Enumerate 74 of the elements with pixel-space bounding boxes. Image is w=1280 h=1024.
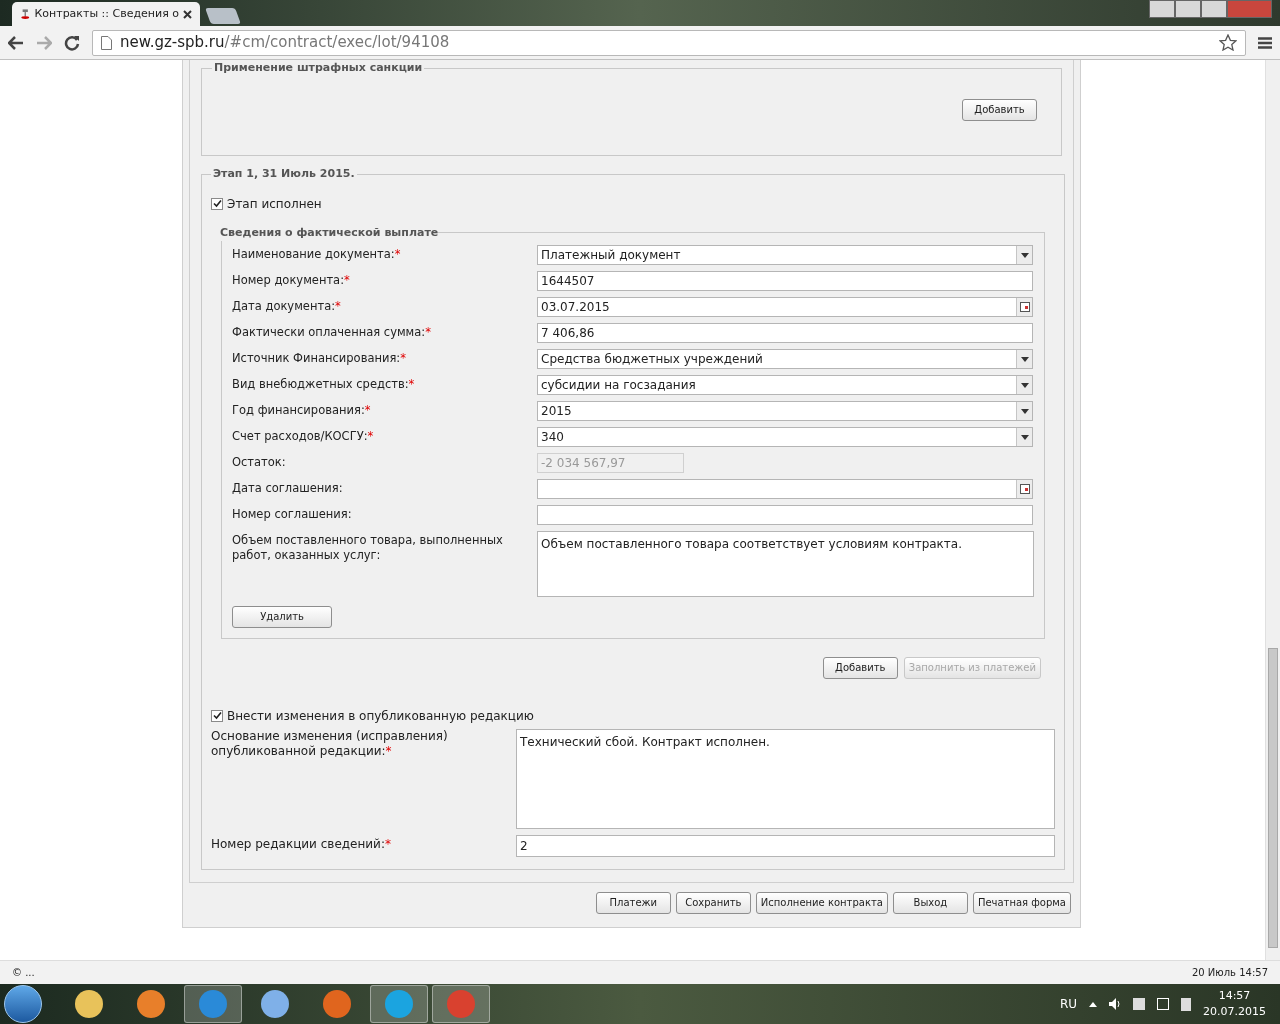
- checkbox-label: Этап исполнен: [227, 195, 322, 213]
- field-label: Вид внебюджетных средств:*: [232, 377, 415, 391]
- tray-arrow-icon[interactable]: [1089, 1001, 1097, 1007]
- field-label: Основание изменения (исправления) опубликованной редакции:*: [211, 728, 448, 758]
- reload-icon[interactable]: [64, 34, 80, 51]
- dropdown-field[interactable]: 2015: [537, 401, 1033, 421]
- field-label: Остаток:: [232, 455, 286, 469]
- field-label: Дата документа:*: [232, 299, 341, 313]
- maximize-button[interactable]: [1201, 0, 1227, 18]
- dropdown-field[interactable]: 340: [537, 427, 1033, 447]
- field-label: Номер соглашения:: [232, 507, 352, 521]
- app-icon: [323, 990, 351, 1018]
- footer-button[interactable]: Исполнение контракта: [755, 891, 888, 914]
- input-field[interactable]: 2: [516, 834, 1055, 857]
- checkbox-label: Внести изменения в опубликованную редакцию: [227, 707, 534, 725]
- clock-time[interactable]: 14:57: [1218, 988, 1251, 1004]
- scrollbar-thumb[interactable]: [1268, 648, 1278, 948]
- field-label: Наименование документа:*: [232, 247, 401, 261]
- app-icon: [137, 990, 165, 1018]
- dropdown-field[interactable]: Средства бюджетных учреждений: [537, 349, 1033, 369]
- field-label: Дата соглашения:: [232, 481, 343, 495]
- section-legend: Применение штрафных санкции: [212, 60, 425, 77]
- dropdown-field[interactable]: субсидии на госзадания: [537, 375, 1033, 395]
- clock-date[interactable]: 20.07.2015: [1203, 1004, 1266, 1020]
- start-button[interactable]: [4, 985, 42, 1023]
- field-label: Фактически оплаченная сумма:*: [232, 325, 431, 339]
- field-label: Источник Финансирования:*: [232, 351, 406, 365]
- app-icon: [385, 990, 413, 1018]
- footer-button[interactable]: Печатная форма: [972, 891, 1071, 914]
- status-text: 20 Июль 14:57: [1191, 966, 1268, 980]
- add-button[interactable]: Добавить: [962, 98, 1037, 121]
- gavel-icon: [20, 6, 31, 22]
- minimize-button[interactable]: [1175, 0, 1201, 18]
- field-label: Счет расходов/КОСГУ:*: [232, 429, 374, 443]
- status-text: © ...: [12, 966, 35, 980]
- calendar-icon[interactable]: [1016, 480, 1032, 498]
- app-icon: [447, 990, 475, 1018]
- tab-title: Контракты :: Сведения о: [34, 5, 179, 22]
- date-field[interactable]: 03.07.2015: [537, 297, 1033, 317]
- page-icon: [101, 35, 112, 50]
- bookmark-star-icon[interactable]: [1219, 34, 1237, 51]
- dropdown-field[interactable]: Платежный документ: [537, 245, 1033, 265]
- input-field[interactable]: [537, 505, 1033, 525]
- language-indicator[interactable]: RU: [1059, 995, 1077, 1013]
- input-field[interactable]: 1644507: [537, 271, 1033, 291]
- app-icon: [199, 990, 227, 1018]
- field-label: Объем поставленного товара, выполненных работ, оказанных услуг:: [232, 533, 503, 562]
- field-label: Номер редакции сведений:*: [211, 836, 391, 851]
- field-label: Год финансирования:*: [232, 403, 371, 417]
- browser-tab[interactable]: Контракты :: Сведения о: [12, 2, 200, 26]
- speaker-icon[interactable]: [1109, 998, 1121, 1010]
- field-label: Номер документа:*: [232, 273, 350, 287]
- delete-button[interactable]: Удалить: [232, 605, 332, 628]
- close-icon[interactable]: [183, 9, 192, 19]
- textarea-field[interactable]: Технический сбой. Контракт исполнен.: [516, 728, 1055, 829]
- menu-icon[interactable]: [1258, 36, 1272, 49]
- section-legend: Сведения о фактической выплате: [220, 224, 439, 241]
- url-text: new.gz-spb.ru/#cm/contract/exec/lot/94108: [120, 32, 450, 54]
- app-icon: [261, 990, 289, 1018]
- calendar-icon[interactable]: [1016, 298, 1032, 316]
- new-tab-button[interactable]: [205, 8, 241, 24]
- section-legend: Этап 1, 31 Июль 2015.: [211, 166, 357, 183]
- date-field[interactable]: [537, 479, 1033, 499]
- textarea-field[interactable]: Объем поставленного товара соответствует условиям контракта.: [537, 531, 1034, 597]
- back-arrow-icon[interactable]: [8, 35, 24, 50]
- footer-button[interactable]: Платежи: [595, 891, 671, 914]
- checkbox[interactable]: [211, 197, 223, 210]
- address-bar[interactable]: new.gz-spb.ru/#cm/contract/exec/lot/94108: [92, 29, 1246, 56]
- input-field[interactable]: 7 406,86: [537, 323, 1033, 343]
- app-icon: [75, 990, 103, 1018]
- checkbox[interactable]: [211, 709, 223, 722]
- footer-button[interactable]: Выход: [892, 891, 968, 914]
- footer-button[interactable]: Сохранить: [675, 891, 751, 914]
- add-button[interactable]: Добавить: [822, 656, 898, 679]
